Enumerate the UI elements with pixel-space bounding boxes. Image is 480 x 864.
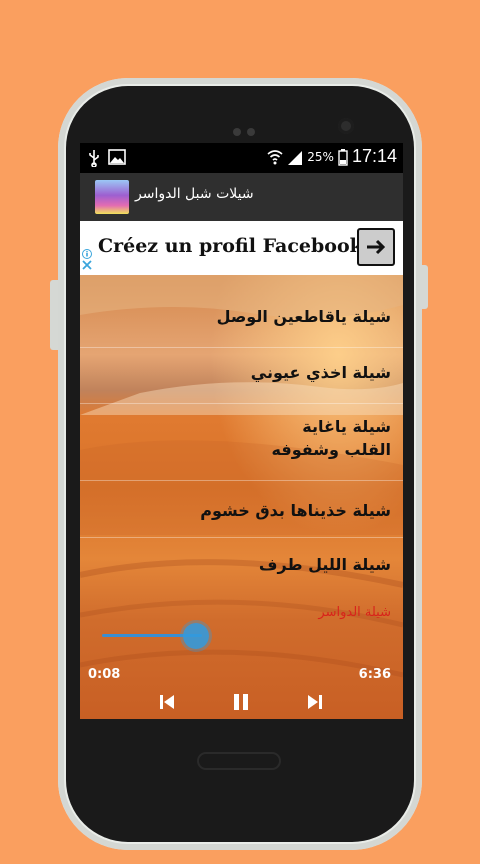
status-bar: 25% 17:14 — [80, 143, 403, 173]
divider — [80, 537, 403, 538]
usb-icon — [89, 150, 99, 167]
previous-icon[interactable] — [156, 691, 178, 713]
volume-button — [50, 280, 58, 350]
divider — [80, 403, 403, 404]
ad-text[interactable]: Créez un profil Facebook » — [98, 235, 381, 257]
next-icon[interactable] — [304, 691, 326, 713]
app-icon — [95, 180, 129, 214]
ad-banner[interactable]: Créez un profil Facebook » — [80, 221, 403, 275]
action-bar: شيلات شبل الدواسر — [80, 173, 403, 221]
wifi-icon — [267, 149, 283, 164]
phone-screen: 25% 17:14 شيلات شبل الدواسر Créez un pro… — [80, 143, 403, 719]
song-item[interactable]: شيلة الليل طرف — [259, 553, 391, 576]
song-item[interactable]: شيلة اخذي عيوني — [251, 361, 391, 384]
total-duration: 6:36 — [358, 667, 391, 682]
ad-info-icon[interactable] — [81, 249, 93, 271]
signal-icon — [288, 150, 303, 165]
front-camera — [338, 118, 354, 134]
home-button[interactable] — [197, 752, 281, 770]
elapsed-time: 0:08 — [88, 667, 121, 682]
battery-percent: 25% — [307, 149, 334, 164]
desert-background — [80, 275, 403, 678]
arrow-right-icon — [367, 239, 386, 255]
divider — [80, 480, 403, 481]
song-item[interactable]: شيلة ياقاطعين الوصل — [217, 305, 391, 328]
divider — [80, 347, 403, 348]
earpiece-speaker — [233, 121, 263, 136]
app-title: شيلات شبل الدواسر — [135, 186, 254, 202]
pause-icon[interactable] — [230, 691, 252, 713]
power-button — [420, 265, 428, 309]
image-icon — [108, 149, 126, 165]
seek-thumb[interactable] — [183, 623, 209, 649]
ad-arrow-button[interactable] — [357, 228, 395, 266]
song-item[interactable]: شيلة ياغاية القلب وشفوفه — [271, 415, 391, 461]
song-item[interactable]: شيلة خذيناها بدق خشوم — [200, 499, 391, 522]
battery-icon — [338, 148, 348, 166]
now-playing-title: شيلة الدواسر — [318, 605, 391, 620]
status-time: 17:14 — [351, 146, 397, 166]
song-list-area: شيلة ياقاطعين الوصل شيلة اخذي عيوني شيلة… — [80, 275, 403, 719]
